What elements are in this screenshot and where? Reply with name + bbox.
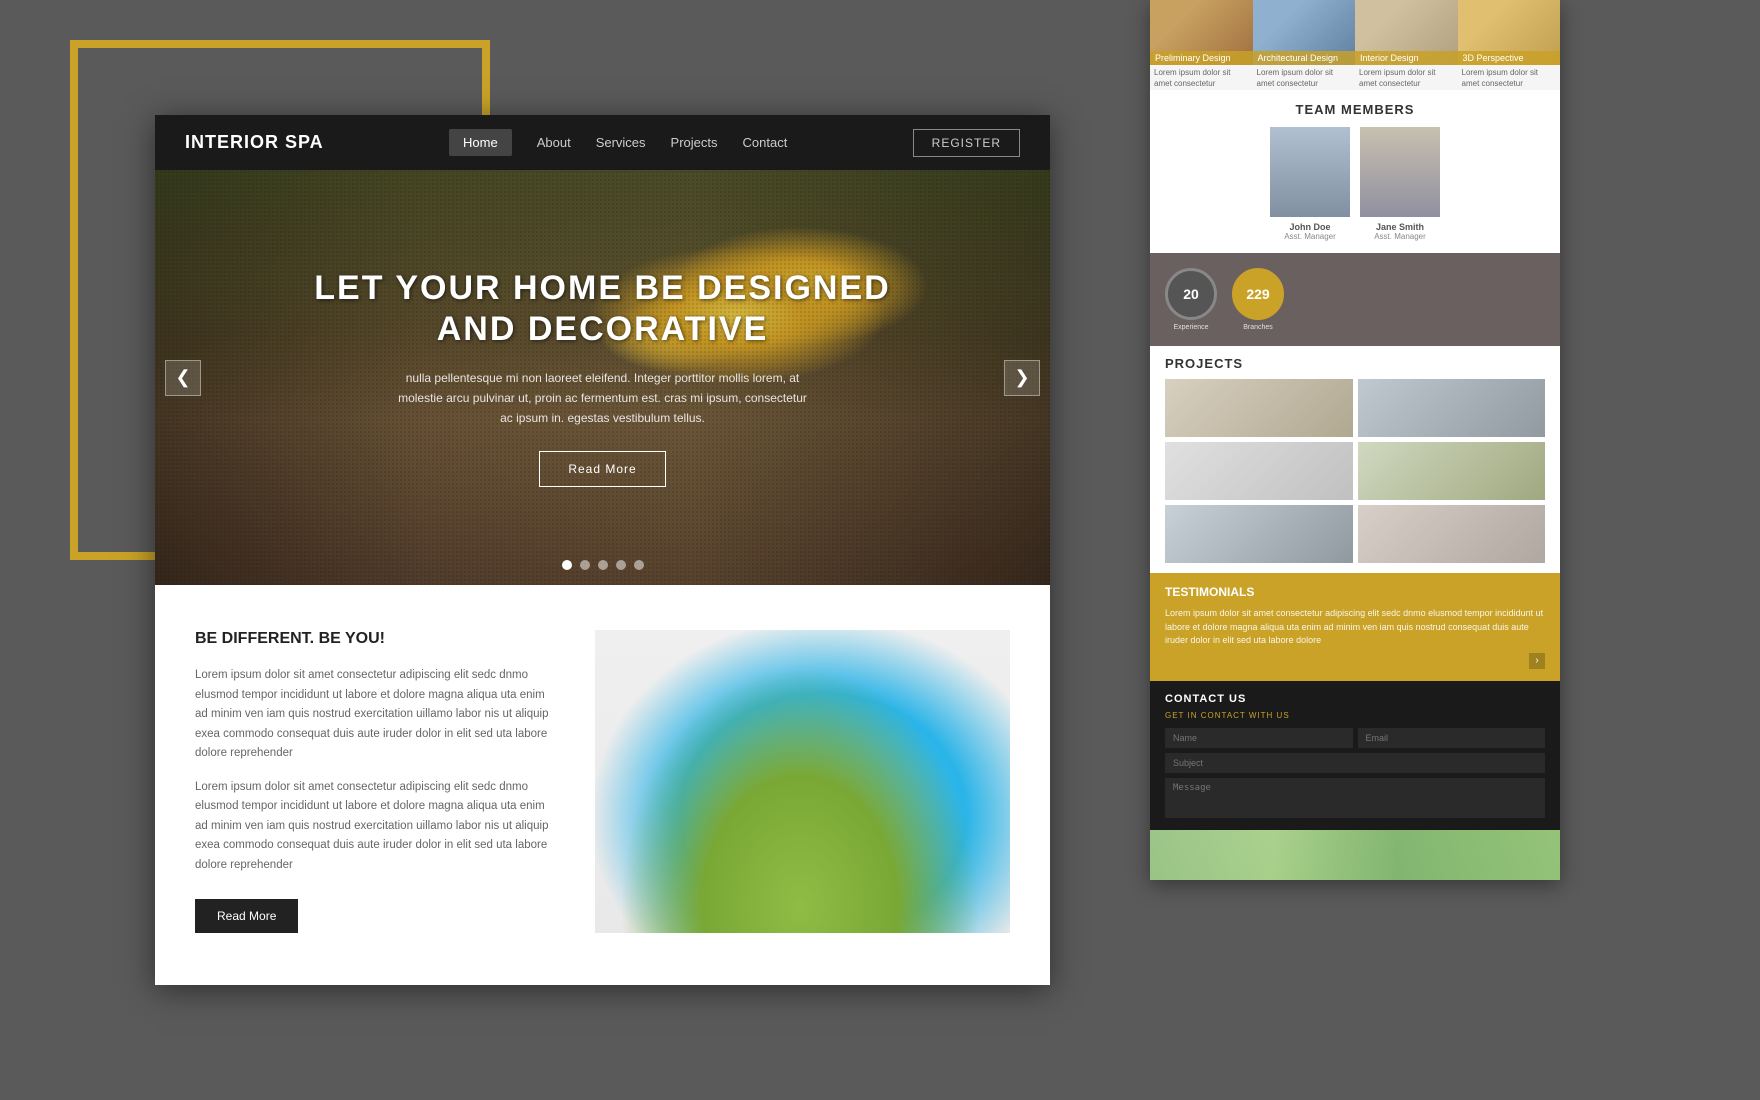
register-button[interactable]: REGISTER <box>913 129 1020 157</box>
stats-section: 20 Experience 229 Branches <box>1150 253 1560 346</box>
image-label-1: Preliminary Design <box>1150 51 1253 65</box>
hero-dot-4[interactable] <box>616 560 626 570</box>
chair-image <box>595 630 1010 933</box>
team-member-2: Jane Smith Asst. Manager <box>1360 127 1440 241</box>
projects-section: PROJECTS <box>1150 346 1560 573</box>
project-item-3[interactable] <box>1165 442 1353 500</box>
nav-item-services[interactable]: Services <box>596 134 646 152</box>
top-image-3: Interior Design Lorem ipsum dolor sit am… <box>1355 0 1458 90</box>
main-website: INTERIOR SPA Home About Services Project… <box>155 115 1050 985</box>
member-avatar-1 <box>1270 127 1350 217</box>
hero-content: LET YOUR HOME BE DESIGNEDAND DECORATIVE … <box>234 268 970 487</box>
testimonial-text: Lorem ipsum dolor sit amet consectetur a… <box>1165 607 1545 648</box>
hero-title: LET YOUR HOME BE DESIGNEDAND DECORATIVE <box>314 268 890 350</box>
stat-circle-branches: 229 <box>1232 268 1284 320</box>
content-text-1: Lorem ipsum dolor sit amet consectetur a… <box>195 666 555 764</box>
nav-menu: Home About Services Projects Contact <box>449 134 787 152</box>
stat-experience: 20 Experience <box>1165 268 1217 331</box>
team-section: TEAM MEMBERS John Doe Asst. Manager Jane… <box>1150 90 1560 253</box>
testimonials-section: TESTIMONIALS Lorem ipsum dolor sit amet … <box>1150 573 1560 681</box>
image-text-4: Lorem ipsum dolor sit amet consectetur <box>1458 65 1561 90</box>
contact-name-input[interactable] <box>1165 728 1353 748</box>
member-name-2: Jane Smith <box>1360 222 1440 232</box>
image-label-3: Interior Design <box>1355 51 1458 65</box>
hero-dot-2[interactable] <box>580 560 590 570</box>
hero-subtitle: nulla pellentesque mi non laoreet eleife… <box>393 368 813 429</box>
content-text-2: Lorem ipsum dolor sit amet consectetur a… <box>195 778 555 876</box>
contact-form <box>1165 728 1545 818</box>
image-text-3: Lorem ipsum dolor sit amet consectetur <box>1355 65 1458 90</box>
contact-title: CONTACT US <box>1165 693 1545 705</box>
nav-link-about[interactable]: About <box>537 135 571 150</box>
top-images-row: Preliminary Design Lorem ipsum dolor sit… <box>1150 0 1560 90</box>
stat-branches: 229 Branches <box>1232 268 1284 331</box>
stat-circle-experience: 20 <box>1165 268 1217 320</box>
content-read-more-button[interactable]: Read More <box>195 899 298 933</box>
nav-link-contact[interactable]: Contact <box>743 135 788 150</box>
stat-number-experience: 20 <box>1183 287 1199 301</box>
contact-subtitle: GET IN CONTACT WITH US <box>1165 711 1545 720</box>
contact-email-input[interactable] <box>1358 728 1546 748</box>
contact-message-input[interactable] <box>1165 778 1545 818</box>
stat-number-branches: 229 <box>1246 287 1269 301</box>
top-image-1: Preliminary Design Lorem ipsum dolor sit… <box>1150 0 1253 90</box>
content-heading: BE DIFFERENT. BE YOU! <box>195 630 555 648</box>
hero-dot-3[interactable] <box>598 560 608 570</box>
hero-dot-1[interactable] <box>562 560 572 570</box>
hero-prev-button[interactable]: ❮ <box>165 360 201 396</box>
hero-pagination <box>562 560 644 570</box>
image-label-4: 3D Perspective <box>1458 51 1561 65</box>
brand-logo: INTERIOR SPA <box>185 132 324 153</box>
team-members-list: John Doe Asst. Manager Jane Smith Asst. … <box>1165 127 1545 241</box>
map-visualization <box>1150 830 1560 881</box>
image-label-2: Architectural Design <box>1253 51 1356 65</box>
contact-section: CONTACT US GET IN CONTACT WITH US <box>1150 681 1560 830</box>
stat-label-branches: Branches <box>1243 324 1273 331</box>
projects-grid <box>1165 379 1545 563</box>
image-text-1: Lorem ipsum dolor sit amet consectetur <box>1150 65 1253 90</box>
testimonial-arrow[interactable]: › <box>1529 653 1545 669</box>
member-name-1: John Doe <box>1270 222 1350 232</box>
content-right-column <box>595 630 1010 933</box>
member-title-1: Asst. Manager <box>1270 232 1350 241</box>
testimonial-nav: › <box>1165 653 1545 669</box>
nav-item-about[interactable]: About <box>537 134 571 152</box>
navbar: INTERIOR SPA Home About Services Project… <box>155 115 1050 170</box>
project-item-6[interactable] <box>1358 505 1546 563</box>
nav-item-home[interactable]: Home <box>449 134 512 152</box>
hero-section: ❮ LET YOUR HOME BE DESIGNEDAND DECORATIV… <box>155 170 1050 585</box>
hero-cta-button[interactable]: Read More <box>539 451 665 487</box>
map-section <box>1150 830 1560 881</box>
project-item-2[interactable] <box>1358 379 1546 437</box>
stat-label-experience: Experience <box>1173 324 1208 331</box>
team-member-1: John Doe Asst. Manager <box>1270 127 1350 241</box>
project-item-1[interactable] <box>1165 379 1353 437</box>
hero-next-button[interactable]: ❯ <box>1004 360 1040 396</box>
nav-link-projects[interactable]: Projects <box>671 135 718 150</box>
content-section: BE DIFFERENT. BE YOU! Lorem ipsum dolor … <box>155 585 1050 963</box>
image-text-2: Lorem ipsum dolor sit amet consectetur <box>1253 65 1356 90</box>
content-left-column: BE DIFFERENT. BE YOU! Lorem ipsum dolor … <box>195 630 555 933</box>
nav-item-projects[interactable]: Projects <box>671 134 718 152</box>
contact-name-email-row <box>1165 728 1545 748</box>
member-title-2: Asst. Manager <box>1360 232 1440 241</box>
nav-link-home[interactable]: Home <box>449 129 512 156</box>
nav-item-contact[interactable]: Contact <box>743 134 788 152</box>
top-image-4: 3D Perspective Lorem ipsum dolor sit ame… <box>1458 0 1561 90</box>
hero-dot-5[interactable] <box>634 560 644 570</box>
project-item-4[interactable] <box>1358 442 1546 500</box>
testimonials-title: TESTIMONIALS <box>1165 585 1545 599</box>
project-item-5[interactable] <box>1165 505 1353 563</box>
member-avatar-2 <box>1360 127 1440 217</box>
side-panel: Preliminary Design Lorem ipsum dolor sit… <box>1150 0 1560 880</box>
team-title: TEAM MEMBERS <box>1165 102 1545 117</box>
nav-link-services[interactable]: Services <box>596 135 646 150</box>
contact-subject-input[interactable] <box>1165 753 1545 773</box>
projects-title: PROJECTS <box>1165 356 1545 371</box>
top-image-2: Architectural Design Lorem ipsum dolor s… <box>1253 0 1356 90</box>
